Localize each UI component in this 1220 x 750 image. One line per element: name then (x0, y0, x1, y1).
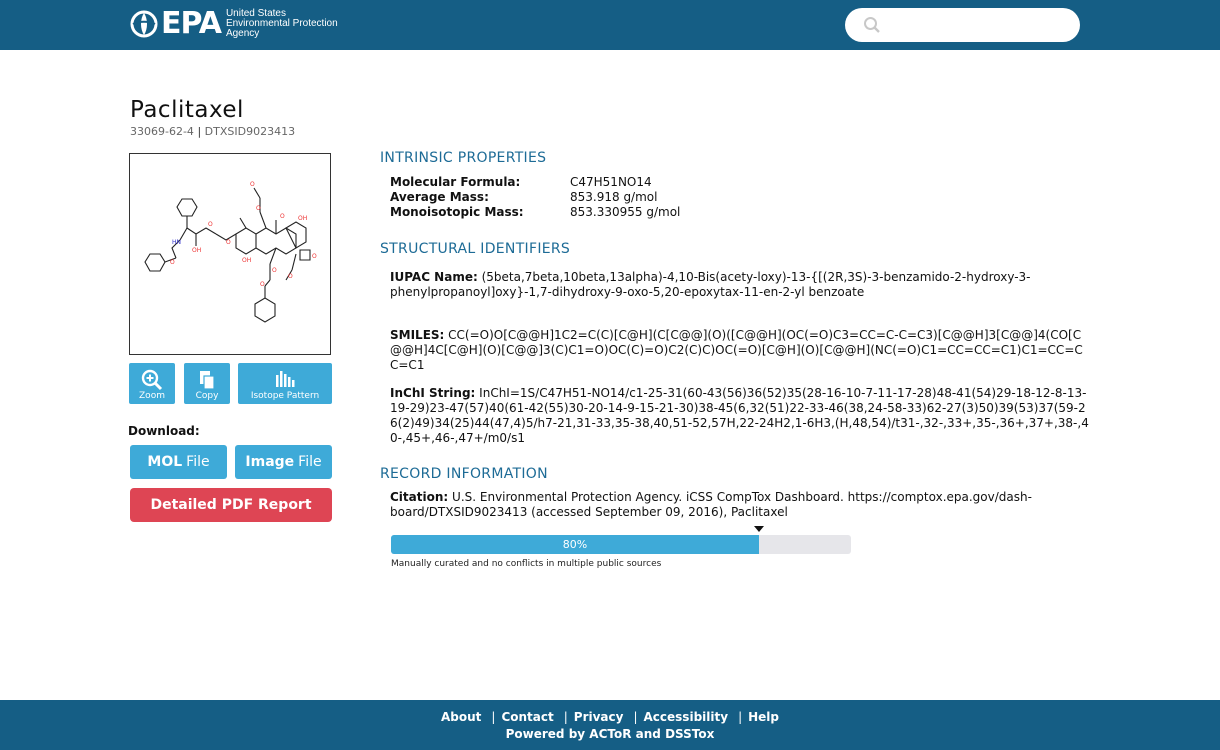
search-box[interactable] (845, 8, 1080, 42)
intrinsic-properties-heading: INTRINSIC PROPERTIES (380, 150, 547, 166)
svg-text:O: O (226, 239, 231, 246)
svg-text:O: O (170, 259, 175, 266)
structural-identifiers-heading: STRUCTURAL IDENTIFIERS (380, 241, 571, 257)
citation: Citation: U.S. Environmental Protection … (390, 490, 1032, 519)
image-file-button[interactable]: Image File (235, 445, 332, 479)
footer-link-privacy[interactable]: Privacy (574, 710, 624, 724)
agency-name: United States Environmental Protection A… (225, 8, 338, 39)
inchi-string: InChI String: InChI=1S/C47H51-NO14/c1-25… (390, 386, 1089, 445)
powered-by: Powered by ACToR and DSSTox (505, 727, 715, 741)
svg-text:OH: OH (192, 247, 201, 254)
zoom-in-icon (141, 369, 163, 391)
svg-text:OH: OH (298, 215, 307, 222)
footer-link-help[interactable]: Help (748, 710, 779, 724)
monoisotopic-mass-row: Monoisotopic Mass: 853.330955 g/mol (390, 205, 681, 219)
smiles-string: SMILES: CC(=O)O[C@@H]1C2=C(C)[C@H](C[C@@… (390, 328, 1083, 372)
svg-text:O: O (272, 267, 277, 274)
quality-progress-bar: 80% (391, 535, 851, 554)
footer-link-about[interactable]: About (441, 710, 481, 724)
quality-marker-icon (754, 526, 764, 532)
epa-logo[interactable]: EPA United States Environmental Protecti… (130, 9, 338, 39)
search-icon[interactable] (863, 16, 881, 34)
copy-icon (200, 371, 215, 390)
site-header: EPA United States Environmental Protecti… (0, 0, 1220, 50)
zoom-label: Zoom (139, 391, 165, 401)
svg-text:O: O (280, 213, 285, 220)
svg-text:O: O (208, 221, 213, 228)
copy-label: Copy (195, 391, 219, 401)
epa-flower-icon (130, 10, 158, 38)
detailed-pdf-report-button[interactable]: Detailed PDF Report (130, 488, 332, 522)
average-mass-row: Average Mass: 853.918 g/mol (390, 190, 658, 204)
isotope-pattern-button[interactable]: Isotope Pattern (238, 363, 332, 404)
search-input[interactable] (889, 14, 1069, 36)
cas-number: 33069-62-4 (130, 125, 194, 138)
logo-text: EPA (161, 6, 222, 41)
dtxsid: DTXSID9023413 (204, 125, 296, 138)
actor-link[interactable]: ACToR (589, 727, 631, 741)
page-title: Paclitaxel (130, 97, 244, 123)
svg-text:O: O (288, 273, 293, 280)
dsstox-link[interactable]: DSSTox (665, 727, 714, 741)
quality-progress-fill: 80% (391, 535, 759, 554)
molecular-formula-row: Molecular Formula: C47H51NO14 (390, 175, 652, 189)
chemical-structure-image: OH O O O O O OH OH O O O O O HN (129, 153, 331, 355)
svg-text:O: O (312, 253, 317, 260)
bar-chart-icon (276, 371, 295, 387)
footer-link-accessibility[interactable]: Accessibility (644, 710, 729, 724)
compound-identifiers: 33069-62-4 | DTXSID9023413 (130, 125, 295, 138)
svg-text:O: O (250, 181, 255, 188)
isotope-pattern-label: Isotope Pattern (250, 391, 320, 401)
svg-text:OH: OH (242, 257, 251, 264)
quality-caption: Manually curated and no conflicts in mul… (391, 559, 662, 569)
separator: | (197, 125, 202, 138)
footer-links: About | Contact | Privacy | Accessibility | Help (441, 710, 779, 724)
svg-text:O: O (260, 281, 265, 288)
record-information-heading: RECORD INFORMATION (380, 466, 548, 482)
mol-file-button[interactable]: MOL File (130, 445, 227, 479)
iupac-name: IUPAC Name: (5beta,7beta,10beta,13alpha)… (390, 270, 1031, 299)
copy-button[interactable]: Copy (184, 363, 230, 404)
zoom-button[interactable]: Zoom (129, 363, 175, 404)
download-label: Download: (128, 424, 200, 438)
footer-link-contact[interactable]: Contact (501, 710, 553, 724)
svg-text:O: O (256, 205, 261, 212)
structure-drawing: OH O O O O O OH OH O O O O O HN (144, 181, 317, 323)
site-footer: About | Contact | Privacy | Accessibility | Help… (0, 700, 1220, 750)
svg-text:HN: HN (172, 239, 181, 246)
